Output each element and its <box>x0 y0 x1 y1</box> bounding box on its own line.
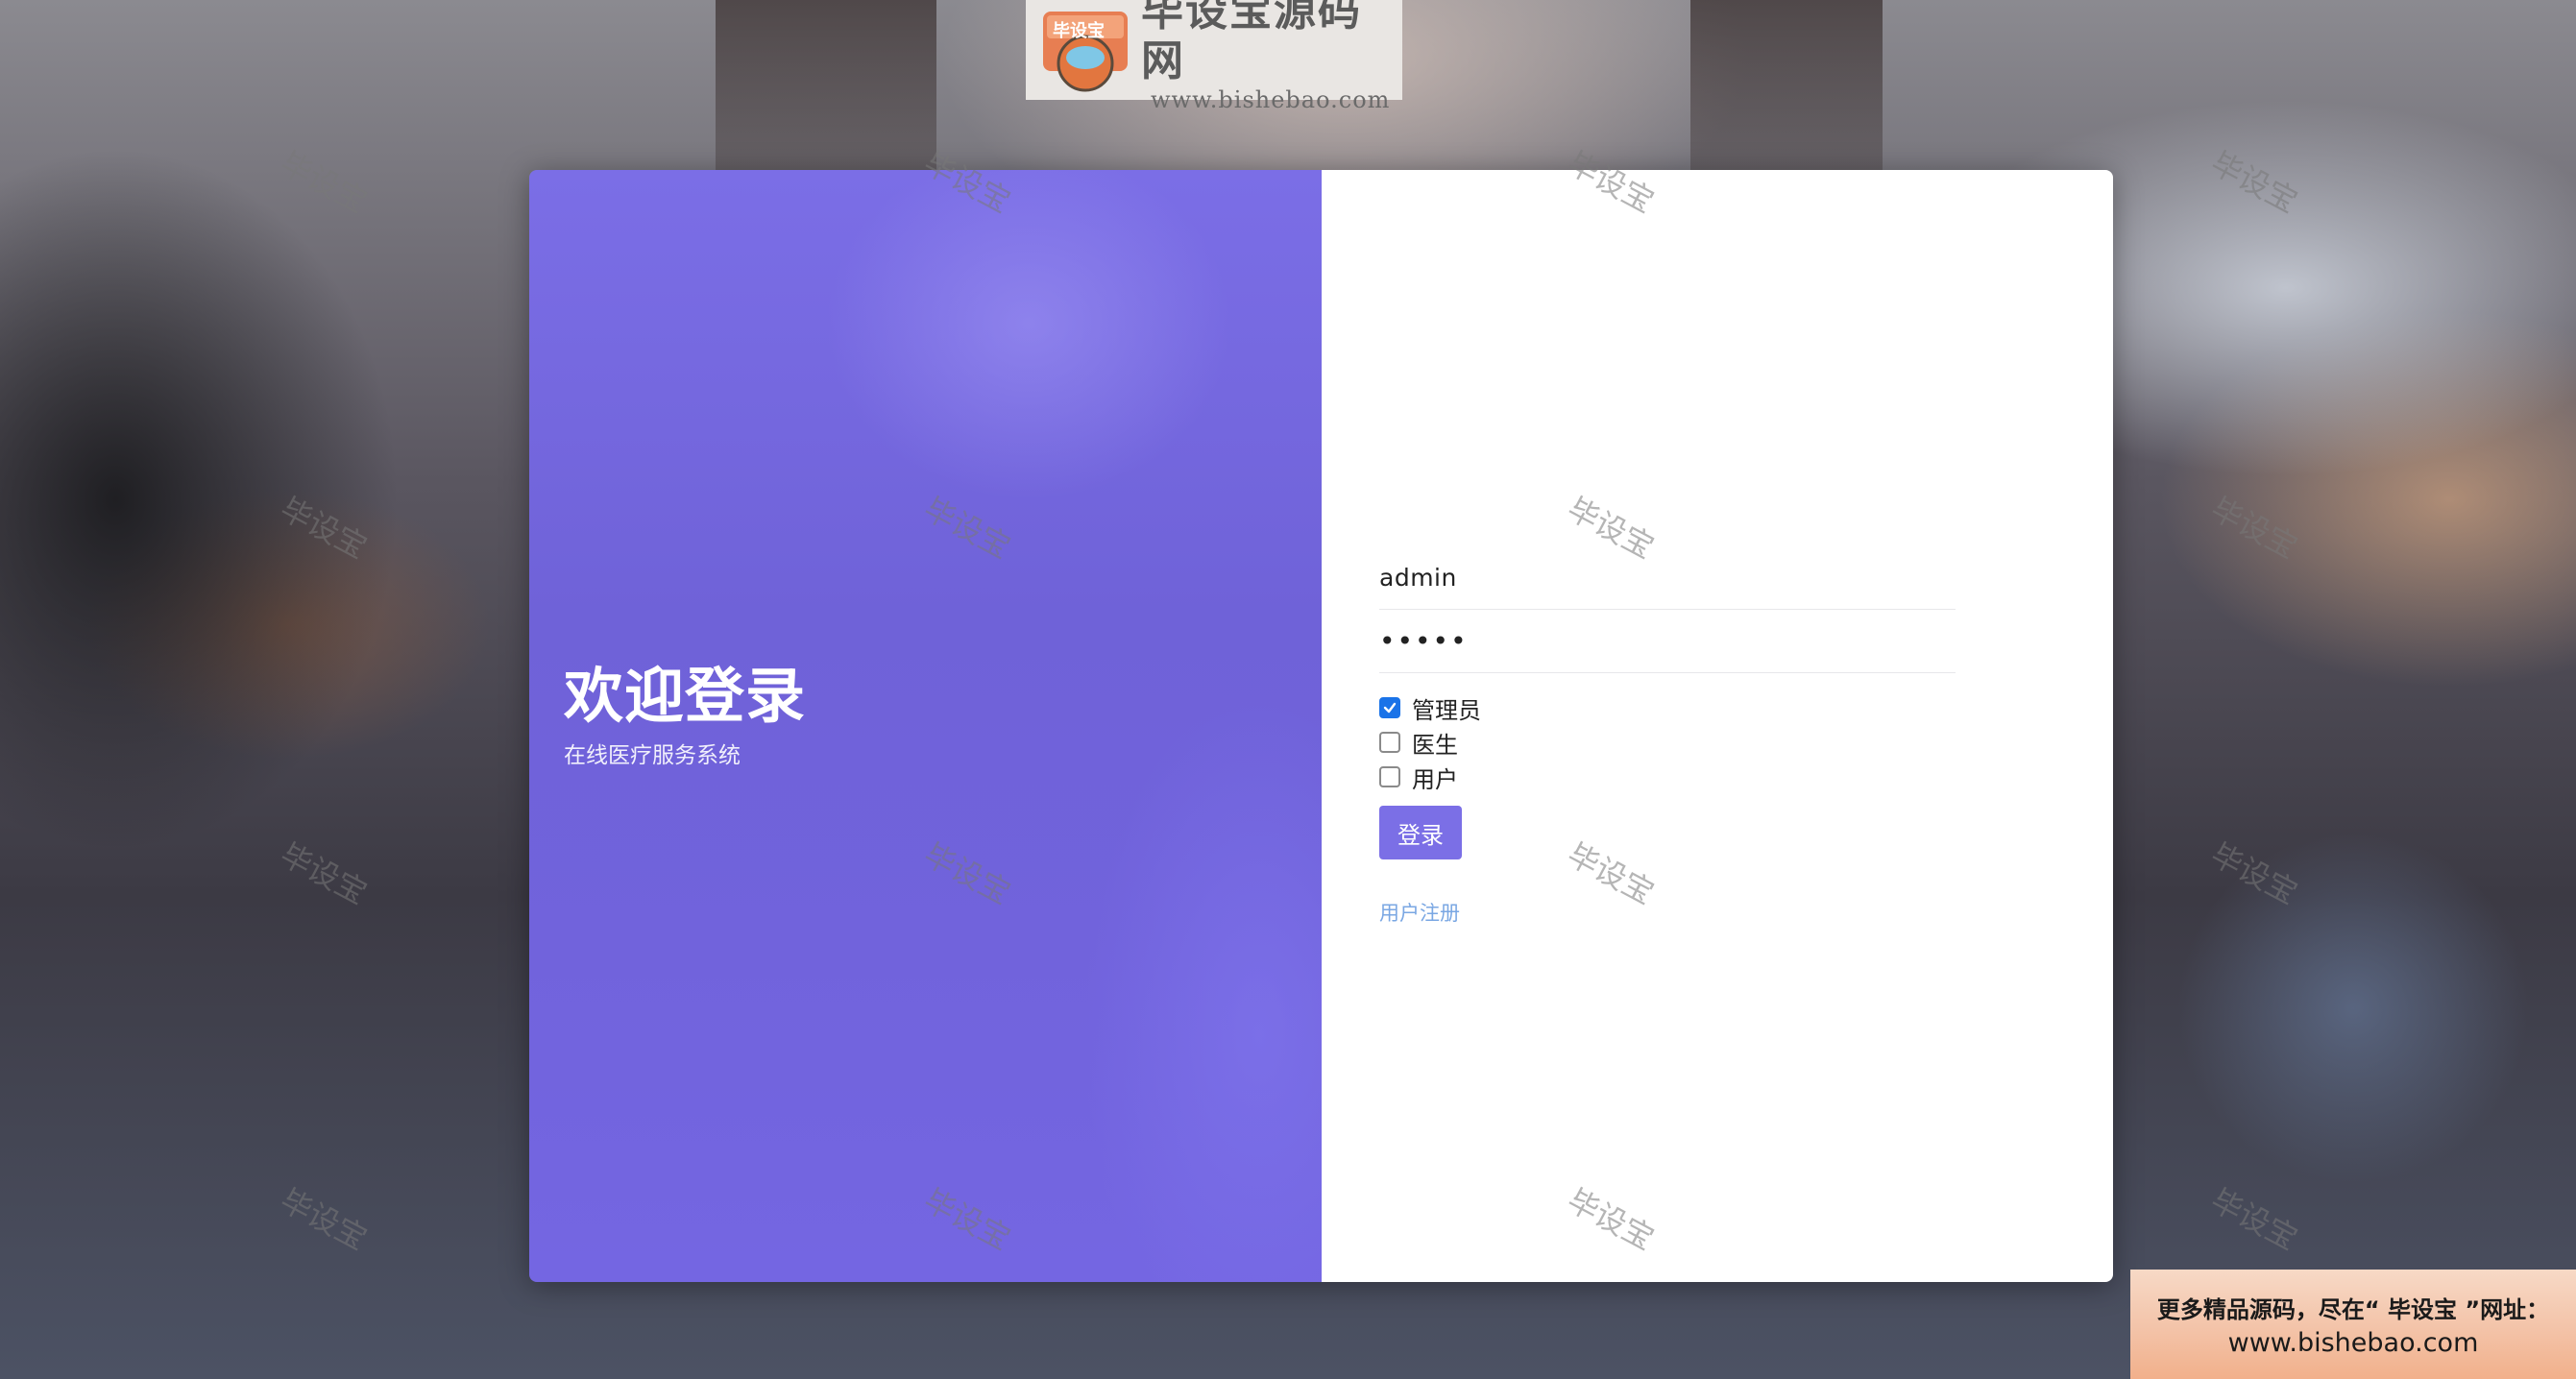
checkbox-doctor[interactable] <box>1379 732 1400 753</box>
promo-line-1: 更多精品源码，尽在“ 毕设宝 ”网址： <box>2156 1296 2550 1323</box>
checkbox-admin[interactable] <box>1379 697 1400 718</box>
password-input[interactable] <box>1379 625 1956 657</box>
login-form-panel: 管理员 医生 用户 登录 用户注册 <box>1322 170 2113 1282</box>
logo-url: www.bishebao.com <box>1151 86 1391 113</box>
background-pillar <box>716 0 936 170</box>
role-label-user: 用户 <box>1412 765 1458 793</box>
role-option-user[interactable]: 用户 <box>1379 760 1956 794</box>
site-logo: 毕设宝 毕设宝源码网 www.bishebao.com <box>1026 0 1402 113</box>
promo-line-2: www.bishebao.com <box>2227 1328 2479 1358</box>
checkbox-user[interactable] <box>1379 766 1400 787</box>
welcome-panel: 欢迎登录 在线医疗服务系统 <box>529 170 1322 1282</box>
register-link[interactable]: 用户注册 <box>1379 898 1460 927</box>
role-group: 管理员 医生 用户 <box>1379 690 1956 794</box>
role-option-admin[interactable]: 管理员 <box>1379 690 1956 725</box>
logo-badge-text: 毕设宝 <box>1053 21 1105 41</box>
username-input[interactable] <box>1379 564 1956 592</box>
role-label-doctor: 医生 <box>1412 731 1458 759</box>
welcome-title: 欢迎登录 <box>564 661 807 731</box>
logo-name: 毕设宝源码网 <box>1141 0 1362 85</box>
role-label-admin: 管理员 <box>1412 696 1481 724</box>
role-option-doctor[interactable]: 医生 <box>1379 725 1956 760</box>
password-field-wrap <box>1379 610 1956 673</box>
promo-banner[interactable]: 更多精品源码，尽在“ 毕设宝 ”网址： www.bishebao.com <box>2130 1270 2576 1379</box>
username-field-wrap <box>1379 546 1956 610</box>
welcome-block: 欢迎登录 在线医疗服务系统 <box>564 660 806 769</box>
background-pillar <box>1690 0 1883 170</box>
welcome-subtitle: 在线医疗服务系统 <box>564 743 741 768</box>
logo-badge-icon: 毕设宝 <box>1035 6 1135 94</box>
login-button[interactable]: 登录 <box>1379 806 1462 859</box>
login-card: 欢迎登录 在线医疗服务系统 管理员 <box>529 170 2113 1282</box>
login-form: 管理员 医生 用户 登录 用户注册 <box>1379 546 1956 927</box>
